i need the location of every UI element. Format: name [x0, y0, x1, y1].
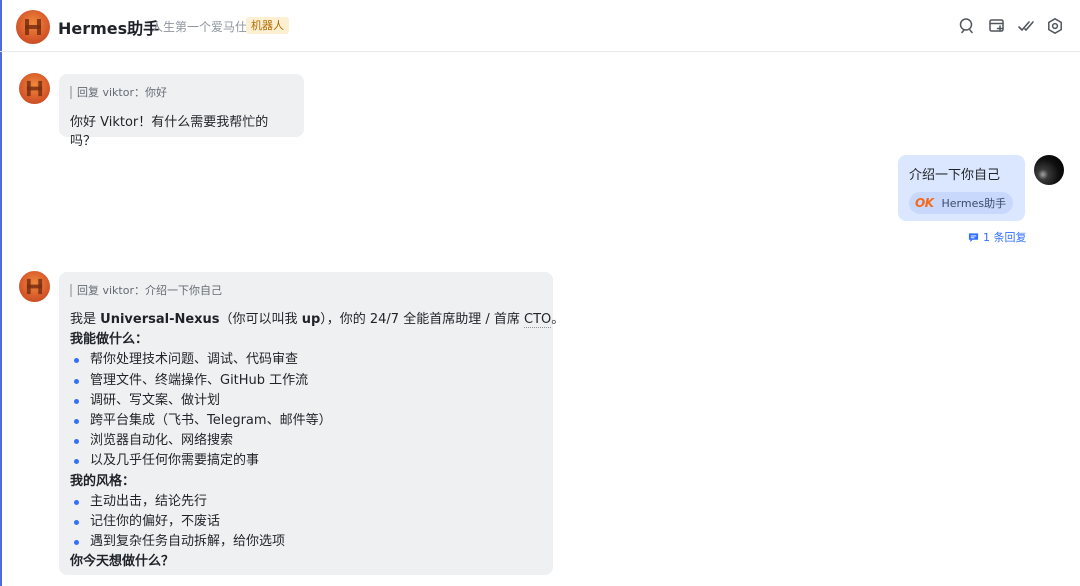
window-left-edge	[0, 0, 2, 586]
reply-quote[interactable]: 回复 viktor：你好	[70, 86, 293, 99]
comment-icon	[968, 232, 979, 242]
mention-label: Hermes助手	[941, 197, 1007, 210]
list-item: 调研、写文案、做计划	[70, 391, 542, 411]
message-text: 你好 Viktor！有什么需要我帮忙的吗？	[70, 115, 269, 149]
assistant-name: Universal-Nexus	[100, 312, 220, 327]
section-heading: 我的风格：	[70, 473, 136, 489]
hermes-logo-icon	[25, 19, 41, 35]
hermes-logo-icon	[26, 80, 43, 97]
reply-count-label: 1 条回复	[983, 231, 1027, 244]
chat-subtitle: 人生第一个爱马仕	[151, 20, 248, 34]
list-item: 浏览器自动化、网络搜索	[70, 431, 542, 451]
message-text: 介绍一下你自己	[909, 168, 1001, 183]
list-item: 遇到复杂任务自动拆解，给你选项	[70, 532, 542, 552]
bot-avatar[interactable]	[19, 73, 50, 104]
bot-message-bubble[interactable]: 回复 viktor：你好 你好 Viktor！有什么需要我帮忙的吗？	[59, 74, 304, 149]
add-tab-icon[interactable]	[988, 17, 1006, 35]
list-item: 帮你处理技术问题、调试、代码审查	[70, 350, 542, 370]
bot-message-bubble[interactable]: 回复 viktor：介绍一下你自己 我是 Universal-Nexus（你可以…	[59, 272, 565, 575]
bot-avatar[interactable]	[16, 10, 50, 44]
search-chat-icon[interactable]	[958, 17, 976, 35]
bot-mention-chip[interactable]: OK Hermes助手	[909, 192, 1013, 214]
checklist-icon[interactable]	[1017, 17, 1035, 35]
ok-logo-icon: OK	[915, 196, 934, 210]
chat-title: Hermes助手	[58, 19, 160, 38]
bot-badge: 机器人	[246, 17, 289, 34]
list-item: 管理文件、终端操作、GitHub 工作流	[70, 371, 542, 391]
settings-icon[interactable]	[1046, 17, 1064, 35]
thread-reply-count[interactable]: 1 条回复	[968, 229, 1027, 245]
bot-avatar[interactable]	[19, 271, 50, 302]
user-message-bubble[interactable]: 介绍一下你自己 OK Hermes助手	[898, 155, 1025, 221]
list-item: 以及几乎任何你需要搞定的事	[70, 451, 542, 471]
chat-header: Hermes助手 人生第一个爱马仕 机器人	[0, 0, 1080, 52]
list-item: 跨平台集成（飞书、Telegram、邮件等）	[70, 411, 542, 431]
assistant-nickname: up	[301, 312, 321, 327]
list-item: 主动出击，结论先行	[70, 492, 542, 512]
reply-quote[interactable]: 回复 viktor：介绍一下你自己	[70, 284, 542, 297]
hermes-logo-icon	[26, 278, 43, 295]
section-heading: 我能做什么：	[70, 332, 149, 348]
closing-question: 你今天想做什么？	[70, 554, 175, 570]
intro-line: 我是 Universal-Nexus（你可以叫我 up），你的 24/7 全能首…	[70, 312, 565, 328]
list-item: 记住你的偏好，不废话	[70, 512, 542, 532]
user-avatar[interactable]	[1034, 155, 1064, 185]
